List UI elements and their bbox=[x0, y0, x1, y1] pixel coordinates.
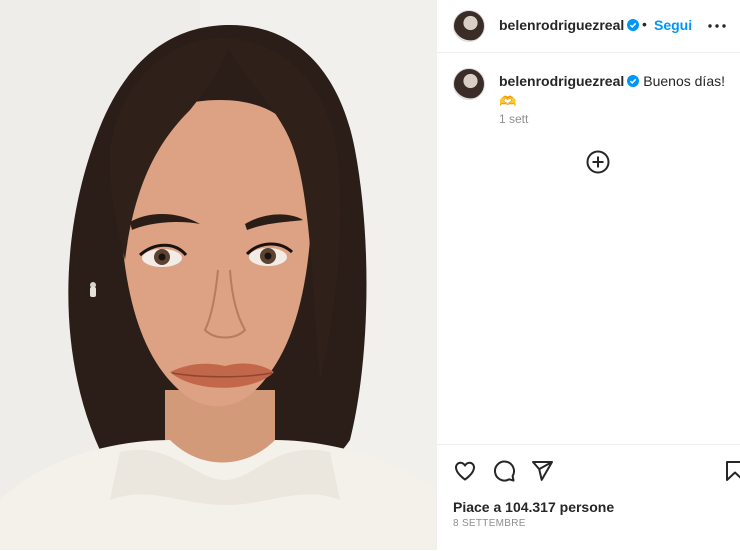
post-header: belenrodriguezreal • Segui bbox=[437, 0, 740, 53]
likes-count[interactable]: Piace a 104.317 persone bbox=[453, 499, 614, 515]
verified-badge-icon bbox=[627, 75, 640, 87]
portrait-image bbox=[0, 0, 436, 550]
author-username[interactable]: belenrodriguezreal bbox=[499, 17, 640, 33]
post-actions: Piace a 104.317 persone 8 SETTEMBRE bbox=[437, 444, 740, 551]
caption-emoji: 🫶 bbox=[499, 93, 517, 109]
caption-text: belenrodriguezreal Buenos días! 🫶 bbox=[499, 72, 735, 110]
caption-body: Buenos días! bbox=[643, 73, 725, 89]
verified-badge-icon bbox=[627, 19, 640, 31]
plus-circle-icon[interactable] bbox=[586, 150, 610, 174]
post-photo[interactable] bbox=[0, 0, 436, 550]
heart-icon[interactable] bbox=[453, 459, 477, 483]
follow-button[interactable]: Segui bbox=[654, 17, 692, 33]
separator-dot: • bbox=[642, 16, 647, 32]
caption-author-avatar[interactable] bbox=[453, 68, 485, 100]
send-icon[interactable] bbox=[530, 459, 554, 483]
post-date: 8 SETTEMBRE bbox=[453, 518, 526, 529]
post-side-panel: belenrodriguezreal • Segui belenrodrigue… bbox=[436, 0, 740, 550]
more-options-icon[interactable] bbox=[705, 14, 729, 38]
bookmark-icon[interactable] bbox=[723, 459, 740, 483]
caption-author-username[interactable]: belenrodriguezreal bbox=[499, 73, 624, 89]
caption-time-ago[interactable]: 1 sett bbox=[499, 112, 528, 126]
comment-icon[interactable] bbox=[492, 459, 516, 483]
author-username-text: belenrodriguezreal bbox=[499, 17, 625, 33]
author-avatar[interactable] bbox=[453, 10, 485, 42]
